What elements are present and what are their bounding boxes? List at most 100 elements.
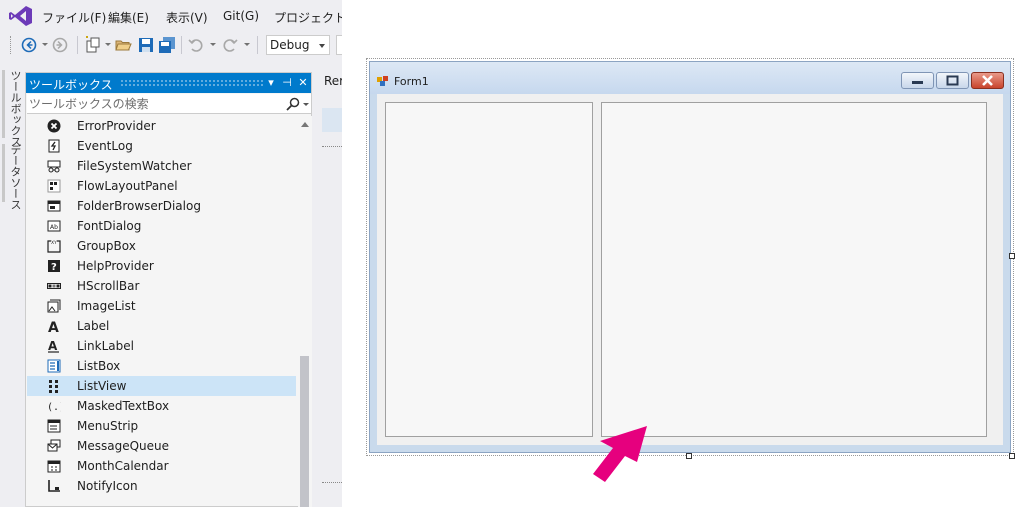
toolbox-item-label: MaskedTextBox — [77, 399, 170, 413]
listview-icon — [49, 380, 58, 393]
svg-text:Ab: Ab — [50, 224, 58, 231]
visual-studio-logo-icon — [9, 6, 32, 26]
solution-configuration-value: Debug — [270, 38, 310, 52]
redo-icon[interactable] — [221, 36, 239, 54]
annotation-arrow — [593, 426, 647, 482]
close-button[interactable] — [971, 72, 1004, 89]
toolbox-item-listview[interactable]: ListView — [27, 376, 296, 396]
form-app-icon — [377, 76, 388, 86]
scroll-up-arrow-icon[interactable] — [301, 122, 309, 127]
editor-divider — [322, 146, 342, 148]
chevron-down-icon — [319, 44, 325, 48]
undo-icon[interactable] — [187, 36, 205, 54]
menu-git[interactable]: Git(G) — [223, 9, 259, 23]
side-tab-toolbox[interactable]: ツールボックス — [7, 70, 23, 147]
menu-file[interactable]: ファイル(F) — [42, 9, 106, 26]
toolbox-item-eventlog[interactable]: EventLog — [27, 136, 296, 156]
toolbox-scrollbar[interactable] — [298, 116, 312, 507]
solution-configuration-dropdown[interactable]: Debug — [266, 35, 330, 55]
toolbox-search-input[interactable] — [29, 96, 279, 112]
open-folder-icon[interactable] — [115, 36, 133, 54]
window-position-dropdown-icon[interactable]: ▾ — [264, 75, 278, 91]
toolbox-item-hscrollbar[interactable]: HScrollBar — [27, 276, 296, 296]
error-provider-icon — [47, 119, 61, 133]
side-tab-indicator — [2, 70, 5, 138]
new-dropdown-arrow[interactable] — [105, 43, 111, 46]
toolbox-item-fontdialog[interactable]: Ab FontDialog — [27, 216, 296, 236]
pin-icon[interactable]: ⊣ — [280, 75, 294, 91]
svg-text:(.): (.) — [47, 402, 61, 413]
toolbox-item-label: Label — [77, 319, 110, 333]
side-tab-data-sources[interactable]: データソース — [7, 144, 23, 210]
resize-handle-corner[interactable] — [1009, 453, 1015, 459]
forward-icon[interactable] — [51, 36, 69, 54]
minimize-icon — [912, 81, 923, 84]
toolbox-item-flowlayoutpanel[interactable]: FlowLayoutPanel — [27, 176, 296, 196]
form1-window[interactable]: Form1 — [369, 61, 1011, 453]
back-icon[interactable] — [20, 36, 38, 54]
toolbox-search-box — [27, 94, 311, 114]
close-icon[interactable]: ✕ — [296, 75, 310, 91]
menustrip-icon — [47, 419, 61, 433]
toolbox-item-label: FolderBrowserDialog — [77, 199, 201, 213]
menu-project[interactable]: プロジェクト(P) — [274, 9, 342, 26]
search-icon[interactable] — [286, 97, 300, 111]
toolbox-item-listbox[interactable]: ListBox — [27, 356, 296, 376]
toolbox-item-filesystemwatcher[interactable]: FileSystemWatcher — [27, 156, 296, 176]
back-dropdown-arrow[interactable] — [42, 43, 48, 46]
toolbox-item-linklabel[interactable]: A LinkLabel — [27, 336, 296, 356]
toolbox-item-label: ListBox — [77, 359, 121, 373]
fontdialog-icon: Ab — [47, 220, 61, 232]
right-panel[interactable] — [601, 102, 987, 437]
undo-dropdown-arrow[interactable] — [210, 43, 216, 46]
close-icon — [982, 75, 993, 86]
maximize-icon — [946, 75, 959, 86]
redo-dropdown-arrow[interactable] — [244, 43, 250, 46]
toolbar-grip[interactable] — [10, 36, 13, 54]
toolbox-item-messagequeue[interactable]: MessageQueue — [27, 436, 296, 456]
title-grip[interactable] — [120, 79, 263, 87]
minimize-button[interactable] — [901, 72, 934, 89]
hscrollbar-icon — [47, 283, 61, 289]
maximize-button[interactable] — [936, 72, 969, 89]
toolbox-item-label: ErrorProvider — [77, 119, 156, 133]
toolbox-item-monthcalendar[interactable]: MonthCalendar — [27, 456, 296, 476]
menu-view[interactable]: 表示(V) — [166, 9, 208, 26]
toolbox-item-label: FileSystemWatcher — [77, 159, 192, 173]
toolbox-item-imagelist[interactable]: ImageList — [27, 296, 296, 316]
toolbox-item-folderbrowserdialog[interactable]: FolderBrowserDialog — [27, 196, 296, 216]
messagequeue-icon — [47, 439, 61, 452]
new-project-icon[interactable] — [84, 36, 102, 54]
toolbox-item-label: LinkLabel — [77, 339, 134, 353]
toolbox-item-label: FontDialog — [77, 219, 142, 233]
toolbox-item-notifyicon[interactable]: NotifyIcon — [27, 476, 296, 496]
scroll-thumb[interactable] — [300, 356, 309, 507]
resize-handle-bottom[interactable] — [686, 453, 692, 459]
toolbar-separator — [77, 36, 78, 54]
toolbox-item-errorprovider[interactable]: ErrorProvider — [27, 116, 296, 136]
save-icon[interactable] — [137, 36, 155, 54]
svg-text:A: A — [48, 339, 58, 353]
toolbox-item-maskedtextbox[interactable]: (.) MaskedTextBox — [27, 396, 296, 416]
resize-handle-right[interactable] — [1009, 253, 1015, 259]
save-all-icon[interactable] — [158, 36, 176, 54]
search-options-chevron-icon[interactable] — [303, 103, 309, 106]
toolbox-item-menustrip[interactable]: MenuStrip — [27, 416, 296, 436]
toolbox-item-label[interactable]: A Label — [27, 316, 296, 336]
flowlayoutpanel-icon — [47, 179, 61, 193]
side-tab-strip: ツールボックス データソース — [0, 62, 24, 507]
imagelist-icon — [47, 299, 61, 313]
toolbox-item-groupbox[interactable]: XY GroupBox — [27, 236, 296, 256]
editor-tab-band — [322, 108, 342, 132]
toolbox-title: ツールボックス — [29, 78, 113, 92]
form-title: Form1 — [394, 75, 429, 88]
left-panel[interactable] — [385, 102, 593, 437]
groupbox-icon: XY — [47, 240, 61, 253]
editor-tab[interactable]: Rer — [324, 74, 342, 88]
notifyicon-icon — [48, 480, 60, 492]
toolbox-item-label: GroupBox — [77, 239, 136, 253]
eventlog-icon — [48, 139, 60, 153]
toolbox-item-helpprovider[interactable]: ? HelpProvider — [27, 256, 296, 276]
menu-edit[interactable]: 編集(E) — [108, 9, 149, 26]
filesystemwatcher-icon — [47, 160, 61, 173]
